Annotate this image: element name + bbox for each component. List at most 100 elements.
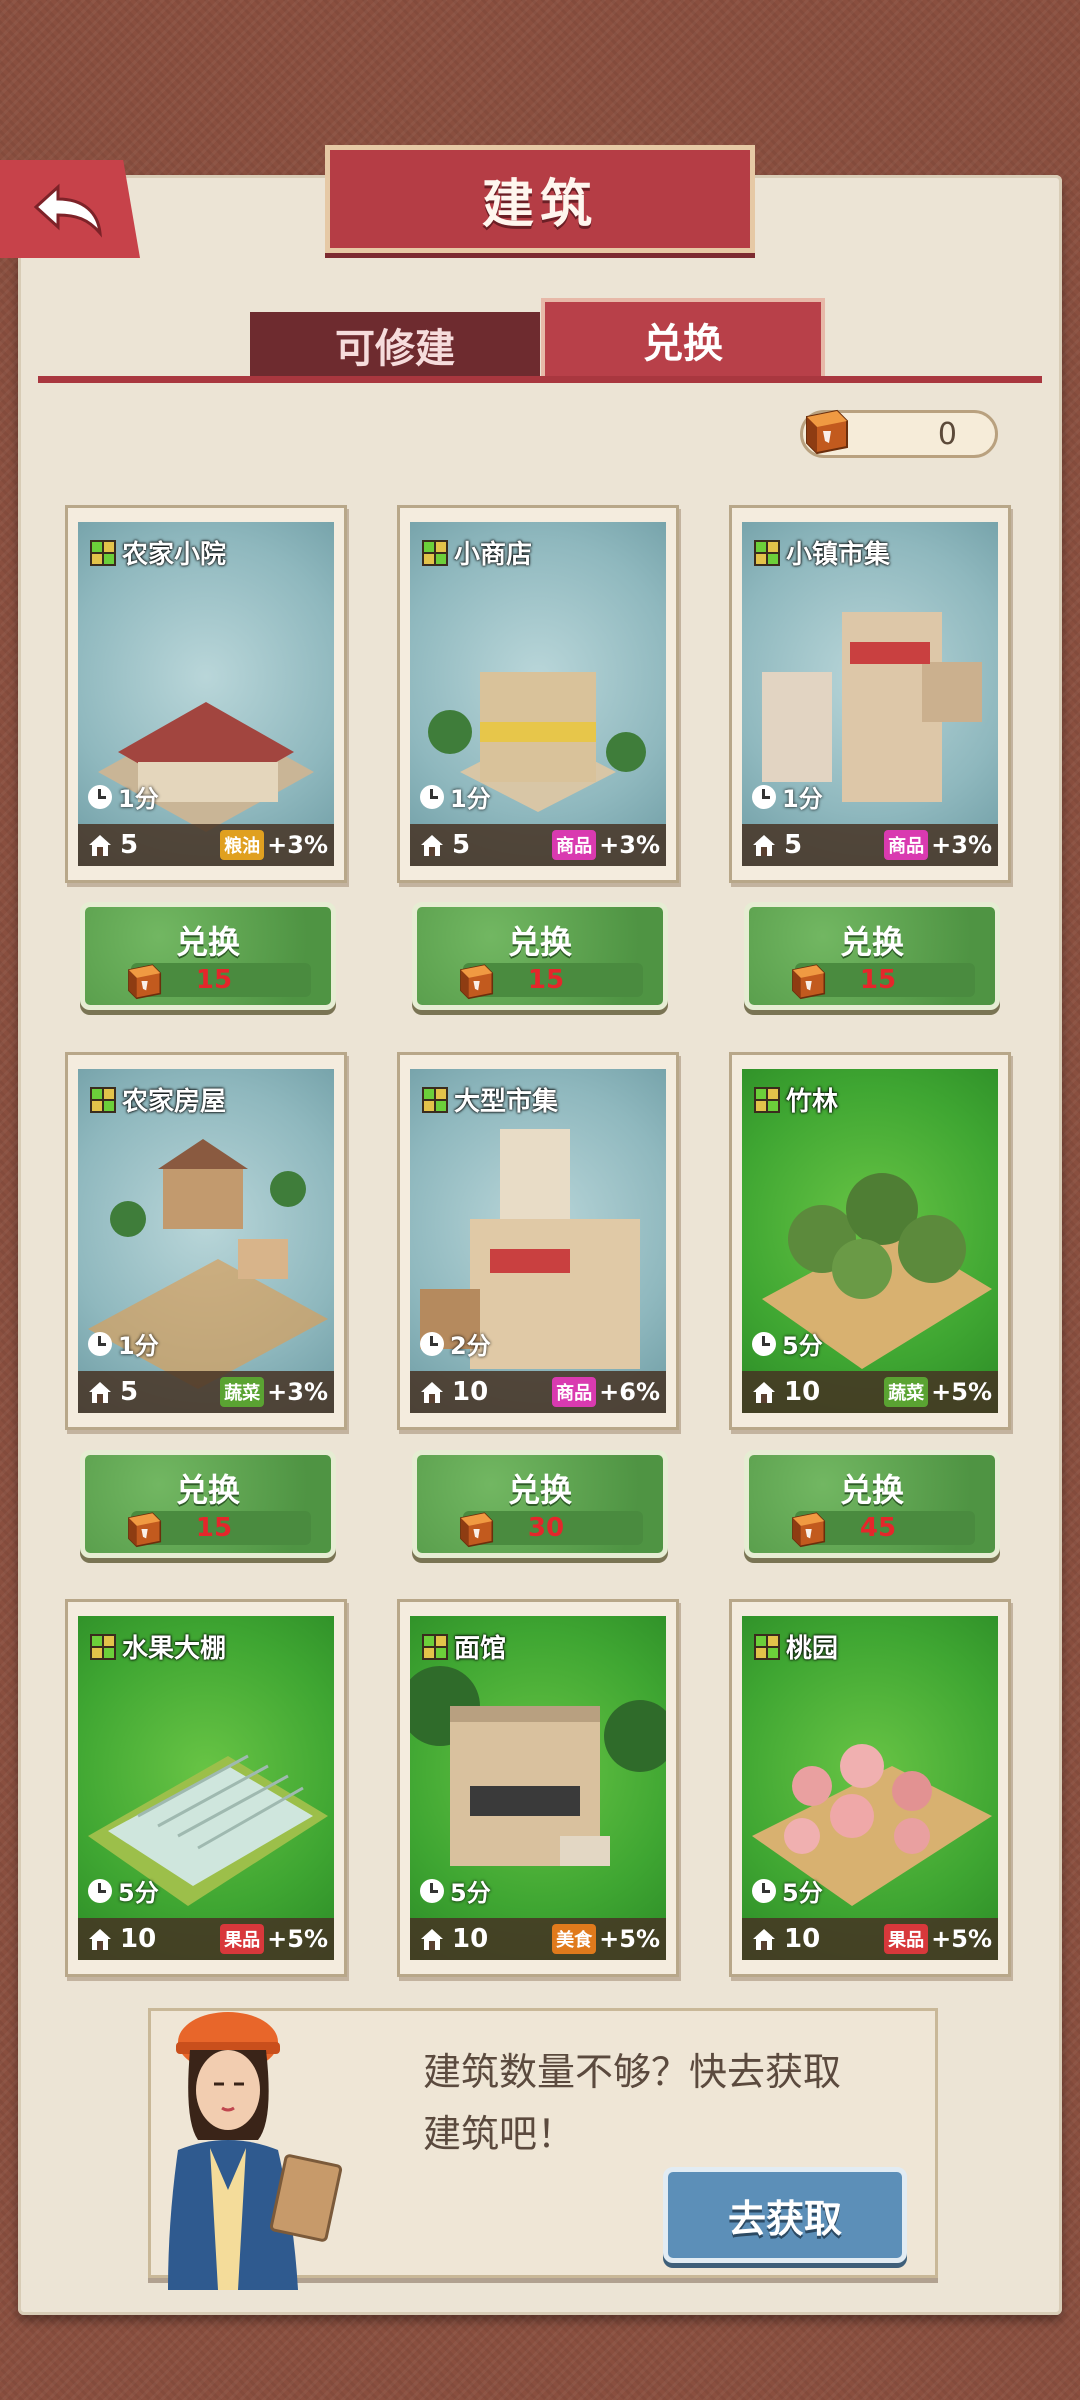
clock-icon <box>420 1878 444 1903</box>
tab-underline <box>38 376 1042 383</box>
building-name-row: 小镇市集 <box>754 534 890 571</box>
clock-icon <box>752 784 776 809</box>
tab-buildable[interactable]: 可修建 <box>250 312 540 378</box>
building-card[interactable]: 桃园 5分 10 果品 +5% <box>729 1599 1011 1977</box>
build-time-value: 5分 <box>782 1332 823 1360</box>
page-title: 建筑 <box>481 174 598 235</box>
stat-bar: 10 果品 +5% <box>742 1918 998 1960</box>
resource-badge: 粮油 <box>220 830 265 860</box>
exchange-label: 兑换 <box>839 923 904 961</box>
resource-bonus: 蔬菜 +3% <box>220 1377 328 1407</box>
building-illustration <box>88 1139 328 1389</box>
building-illustration <box>762 612 982 802</box>
go-get-button[interactable]: 去获取 <box>663 2167 907 2263</box>
resource-bonus: 果品 +5% <box>220 1924 328 1954</box>
tab-label: 兑换 <box>643 321 723 367</box>
building-image: 大型市集 2分 10 商品 +6% <box>410 1069 666 1413</box>
build-time: 1分 <box>88 1326 159 1361</box>
exchange-button[interactable]: 兑换 30 <box>412 1450 668 1558</box>
build-time: 2分 <box>420 1326 491 1361</box>
house-icon <box>753 1382 775 1403</box>
build-time: 5分 <box>752 1873 823 1908</box>
capacity-value: 5 <box>784 830 803 860</box>
bonus-percent: +5% <box>931 1925 992 1953</box>
exchange-button[interactable]: 兑换 45 <box>744 1450 1000 1558</box>
house-icon <box>421 1382 443 1403</box>
building-card[interactable]: 小镇市集 1分 5 商品 +3% <box>729 505 1011 883</box>
stat-bar: 5 商品 +3% <box>410 824 666 866</box>
exchange-button[interactable]: 兑换 15 <box>412 902 668 1010</box>
exchange-label: 兑换 <box>175 1471 240 1509</box>
capacity-value: 10 <box>120 1924 157 1954</box>
building-image: 农家小院 1分 5 粮油 +3% <box>78 522 334 866</box>
build-time-value: 2分 <box>450 1332 491 1360</box>
building-image: 桃园 5分 10 果品 +5% <box>742 1616 998 1960</box>
building-name-row: 大型市集 <box>422 1081 558 1118</box>
back-button[interactable] <box>0 160 140 258</box>
brick-icon <box>128 964 162 1000</box>
stat-bar: 10 果品 +5% <box>78 1918 334 1960</box>
building-card[interactable]: 竹林 5分 10 蔬菜 +5% <box>729 1052 1011 1430</box>
stat-bar: 5 商品 +3% <box>742 824 998 866</box>
building-card[interactable]: 水果大棚 5分 10 果品 +5% <box>65 1599 347 1977</box>
building-name: 水果大棚 <box>122 1634 227 1664</box>
build-time-value: 1分 <box>450 785 491 813</box>
capacity-value: 10 <box>784 1924 821 1954</box>
clock-icon <box>752 1878 776 1903</box>
resource-bonus: 商品 +3% <box>552 830 660 860</box>
exchange-label: 兑换 <box>839 1471 904 1509</box>
grid-icon <box>90 1086 116 1113</box>
grid-icon <box>422 1086 448 1113</box>
building-illustration <box>98 702 314 832</box>
building-card[interactable]: 大型市集 2分 10 商品 +6% <box>397 1052 679 1430</box>
tab-exchange[interactable]: 兑换 <box>541 298 825 378</box>
build-time-value: 1分 <box>118 1332 159 1360</box>
building-name-row: 竹林 <box>754 1081 838 1118</box>
building-name: 桃园 <box>786 1634 839 1664</box>
building-card[interactable]: 面馆 5分 10 美食 +5% <box>397 1599 679 1977</box>
building-name-row: 农家小院 <box>90 534 226 571</box>
building-name-row: 水果大棚 <box>90 1628 226 1665</box>
build-time: 1分 <box>752 779 823 814</box>
house-icon <box>89 835 111 856</box>
brick-currency-display: 0 <box>800 409 998 458</box>
exchange-button[interactable]: 兑换 15 <box>80 1450 336 1558</box>
exchange-button[interactable]: 兑换 15 <box>744 902 1000 1010</box>
building-card[interactable]: 农家小院 1分 5 粮油 +3% <box>65 505 347 883</box>
clock-icon <box>420 1331 444 1356</box>
resource-badge: 蔬菜 <box>220 1377 265 1407</box>
capacity-value: 10 <box>452 1377 489 1407</box>
building-card[interactable]: 农家房屋 1分 5 蔬菜 +3% <box>65 1052 347 1430</box>
building-illustration <box>88 1754 328 1906</box>
stat-bar: 5 蔬菜 +3% <box>78 1371 334 1413</box>
capacity-value: 5 <box>452 830 471 860</box>
resource-badge: 果品 <box>220 1924 265 1954</box>
brick-icon <box>806 409 848 455</box>
building-illustration <box>762 1173 992 1369</box>
resource-badge: 商品 <box>552 1377 597 1407</box>
grid-icon <box>90 539 116 566</box>
grid-icon <box>422 1633 448 1660</box>
building-name: 农家小院 <box>122 540 227 570</box>
page-title-plate: 建筑 <box>325 145 755 253</box>
bonus-percent: +5% <box>267 1925 328 1953</box>
house-icon <box>421 835 443 856</box>
exchange-button[interactable]: 兑换 15 <box>80 902 336 1010</box>
clock-icon <box>420 784 444 809</box>
building-name: 小镇市集 <box>786 540 891 570</box>
building-card[interactable]: 小商店 1分 5 商品 +3% <box>397 505 679 883</box>
building-name-row: 小商店 <box>422 534 532 571</box>
building-illustration <box>410 1666 666 1866</box>
grid-icon <box>754 1086 780 1113</box>
build-time-value: 5分 <box>782 1879 823 1907</box>
exchange-label: 兑换 <box>175 923 240 961</box>
tab-label: 可修建 <box>335 326 455 372</box>
stat-bar: 10 商品 +6% <box>410 1371 666 1413</box>
building-name-row: 农家房屋 <box>90 1081 226 1118</box>
building-illustration <box>752 1744 992 1906</box>
grid-icon <box>90 1633 116 1660</box>
bonus-percent: +3% <box>267 1378 328 1406</box>
clock-icon <box>88 1878 112 1903</box>
bonus-percent: +3% <box>267 831 328 859</box>
build-time: 1分 <box>88 779 159 814</box>
